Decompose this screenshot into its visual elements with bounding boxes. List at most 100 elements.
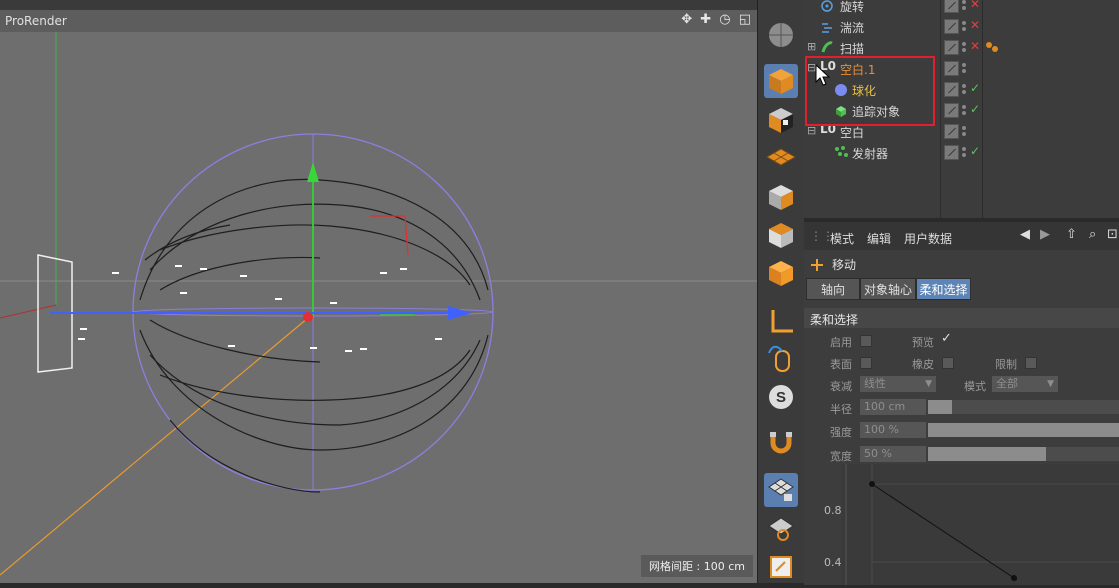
up-arrow-icon[interactable]: ⇧ <box>1066 227 1077 242</box>
material-tag-icon[interactable] <box>984 40 1000 54</box>
grid-lock-icon[interactable] <box>764 473 798 507</box>
cube-light-icon[interactable] <box>764 180 798 214</box>
expand-plus-icon[interactable]: ⊞ <box>807 40 816 53</box>
falloff-graph[interactable]: 0.8 0.4 <box>824 464 1119 585</box>
visibility-dot[interactable] <box>962 147 966 151</box>
curve-point <box>869 481 875 487</box>
grid-rotate-icon[interactable] <box>764 512 798 546</box>
enable-checkbox[interactable] <box>860 335 872 347</box>
visibility-dot[interactable] <box>962 42 966 46</box>
tablet-icon[interactable] <box>764 550 798 584</box>
layer-swatch[interactable] <box>944 19 959 34</box>
render-dot[interactable] <box>962 69 966 73</box>
disabled-x-icon[interactable]: ✕ <box>970 0 980 11</box>
emitter-icon <box>835 146 848 157</box>
render-dot[interactable] <box>962 153 966 157</box>
visibility-dot[interactable] <box>962 84 966 88</box>
visibility-dot[interactable] <box>962 126 966 130</box>
back-arrow-icon[interactable]: ◀ <box>1020 227 1030 242</box>
mouse-icon[interactable] <box>764 341 798 375</box>
attribute-menu-bar: ⋮⋮ 模式 编辑 用户数据 ◀ ▶ ⇧ ⌕ ⊡ <box>804 222 1119 250</box>
disabled-x-icon[interactable]: ✕ <box>970 39 980 53</box>
object-row-emitter[interactable]: 发射器 ✓ <box>804 142 1119 163</box>
width-label: 宽度 <box>830 450 852 463</box>
visibility-dot[interactable] <box>962 21 966 25</box>
enabled-check-icon[interactable]: ✓ <box>970 102 980 116</box>
falloff-value: 线性 <box>864 377 886 390</box>
mode-dropdown[interactable]: 全部 ▼ <box>992 376 1058 392</box>
layer-swatch[interactable] <box>944 145 959 160</box>
icon-toolbar: S <box>757 0 804 583</box>
enabled-check-icon[interactable]: ✓ <box>970 81 980 95</box>
render-dot[interactable] <box>962 6 966 10</box>
3d-viewport[interactable]: ProRender ✥ ✚ ◷ ◱ 网格间距: 100 cm <box>0 0 757 583</box>
menu-user-data[interactable]: 用户数据 <box>904 230 952 247</box>
checker-cube-icon[interactable] <box>764 103 798 137</box>
strength-label: 强度 <box>830 426 852 439</box>
viewport-canvas[interactable] <box>0 32 757 583</box>
chevron-down-icon: ▼ <box>925 379 932 389</box>
render-dot[interactable] <box>962 48 966 52</box>
width-slider-fill <box>928 447 1046 461</box>
sweep-icon <box>821 41 833 53</box>
radius-field[interactable]: 100 cm <box>860 399 926 415</box>
visibility-dot[interactable] <box>962 105 966 109</box>
limit-checkbox[interactable] <box>1025 357 1037 369</box>
object-row-rotate[interactable]: 旋转 ✕ <box>804 0 1119 16</box>
object-name: 旋转 <box>840 0 865 14</box>
layer-swatch[interactable] <box>944 61 959 76</box>
forward-arrow-icon[interactable]: ▶ <box>1040 227 1050 242</box>
gizmo-origin <box>303 312 313 322</box>
layer-swatch[interactable] <box>944 40 959 55</box>
graph-y-label: 0.4 <box>824 556 842 569</box>
axis-l-icon[interactable] <box>764 304 798 338</box>
orange-cube-icon[interactable] <box>764 256 798 290</box>
floor-grid-icon[interactable] <box>764 140 798 174</box>
graph-y-label: 0.8 <box>824 504 842 517</box>
render-dot[interactable] <box>962 132 966 136</box>
tab-object-axis[interactable]: 对象轴心 <box>860 278 916 300</box>
mode-value: 全部 <box>996 377 1018 390</box>
object-row-turbulence[interactable]: 湍流 ✕ <box>804 16 1119 37</box>
enabled-check-icon[interactable]: ✓ <box>970 144 980 158</box>
object-name: 湍流 <box>840 21 865 35</box>
cube-icon[interactable] <box>764 64 798 98</box>
visibility-dot[interactable] <box>962 0 966 4</box>
layer-swatch[interactable] <box>944 0 959 13</box>
turbulence-icon <box>822 23 832 33</box>
strength-field[interactable]: 100 % <box>860 422 926 438</box>
search-icon[interactable]: ⌕ <box>1089 227 1096 242</box>
radius-slider-track[interactable] <box>928 400 1119 414</box>
object-row-sweep[interactable]: ⊞ 扫描 ✕ <box>804 37 1119 58</box>
gizmo-y-arrow <box>307 162 319 182</box>
width-field[interactable]: 50 % <box>860 446 926 462</box>
layer-swatch[interactable] <box>944 124 959 139</box>
layer-swatch[interactable] <box>944 82 959 97</box>
preview-checkmark-icon[interactable]: ✓ <box>941 331 952 346</box>
falloff-dropdown[interactable]: 线性 ▼ <box>860 376 936 392</box>
mode-label: 模式 <box>964 380 986 393</box>
lock-icon[interactable]: ⊡ <box>1107 227 1118 242</box>
viewport-nav-icons[interactable]: ✥ ✚ ◷ ◱ <box>681 12 753 27</box>
magnet-icon[interactable] <box>764 426 798 460</box>
tab-soft-selection[interactable]: 柔和选择 <box>916 278 971 300</box>
surface-label: 表面 <box>830 358 852 371</box>
object-name: 空白 <box>840 126 865 140</box>
menu-edit[interactable]: 编辑 <box>867 230 891 247</box>
s-letter-icon[interactable]: S <box>764 380 798 414</box>
render-dot[interactable] <box>962 111 966 115</box>
object-name: 发射器 <box>852 147 889 161</box>
surface-checkbox[interactable] <box>860 357 872 369</box>
menu-mode[interactable]: 模式 <box>830 230 854 247</box>
sphere-render-icon[interactable] <box>764 18 798 52</box>
tab-axis[interactable]: 轴向 <box>806 278 860 300</box>
cube-view-icon[interactable] <box>764 218 798 252</box>
render-dot[interactable] <box>962 90 966 94</box>
render-dot[interactable] <box>962 27 966 31</box>
gizmo-z-arrow <box>448 306 472 320</box>
visibility-dot[interactable] <box>962 63 966 67</box>
rubber-checkbox[interactable] <box>942 357 954 369</box>
falloff-label: 衰减 <box>830 380 852 393</box>
disabled-x-icon[interactable]: ✕ <box>970 18 980 32</box>
layer-swatch[interactable] <box>944 103 959 118</box>
